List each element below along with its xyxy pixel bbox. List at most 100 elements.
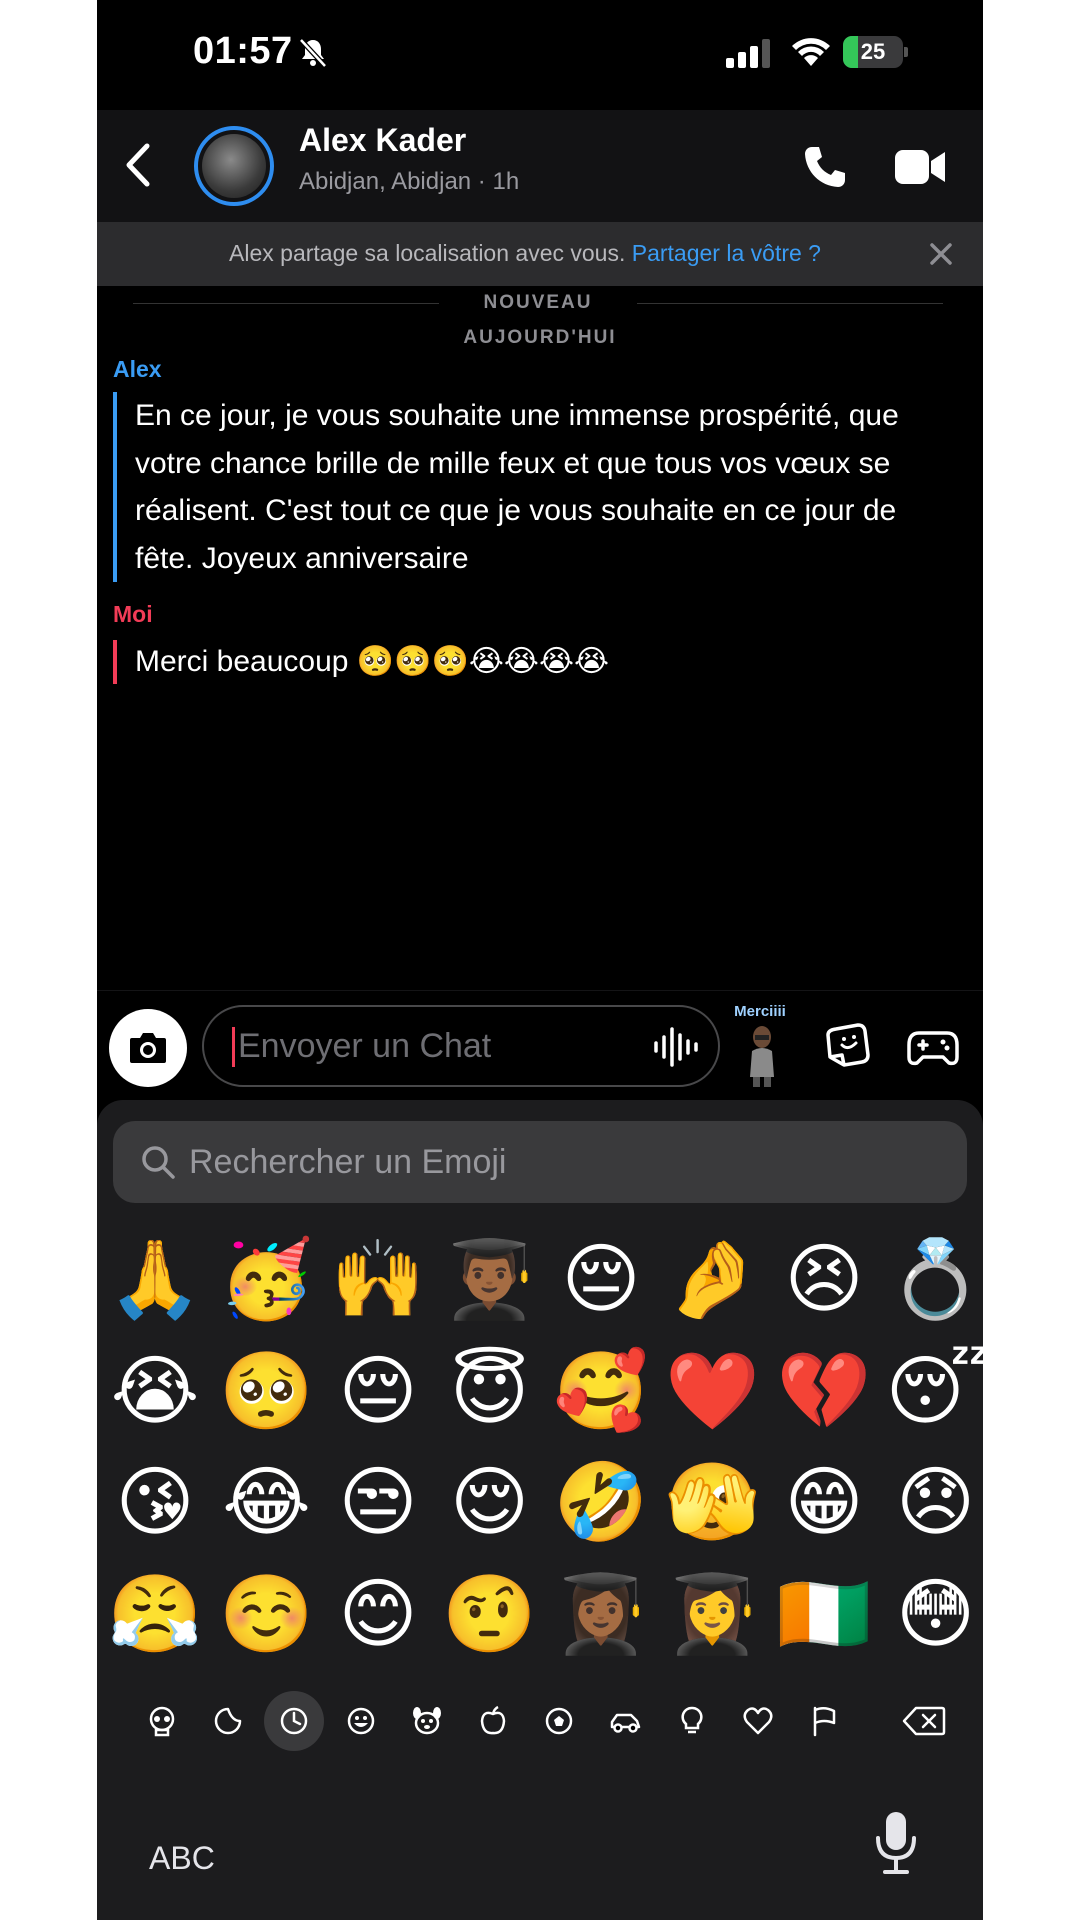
sticker-gallery-icon[interactable] <box>822 1021 872 1071</box>
emoji-key[interactable]: 🤌 <box>663 1230 763 1330</box>
emoji-key[interactable]: 🤨 <box>440 1565 540 1665</box>
wifi-icon <box>792 38 830 66</box>
battery-indicator: 25 <box>843 36 908 68</box>
voice-note-icon[interactable] <box>652 1025 702 1069</box>
search-icon <box>142 1146 175 1179</box>
emoji-key[interactable]: 💔 <box>774 1342 874 1442</box>
contact-name[interactable]: Alex Kader <box>299 122 466 159</box>
game-controller-icon[interactable] <box>907 1025 959 1069</box>
video-call-icon[interactable] <box>895 148 947 186</box>
emoji-key[interactable]: ☺️ <box>217 1565 317 1665</box>
category-tab-bulb[interactable] <box>662 1691 722 1751</box>
banner-text: Alex partage sa localisation avec vous. … <box>97 240 983 267</box>
bulb-icon <box>681 1706 703 1734</box>
emoji-category-bar <box>97 1691 983 1755</box>
emoji-key[interactable]: 👨🏾‍🎓 <box>440 1230 540 1330</box>
emoji-key[interactable]: 👩🏾‍🎓 <box>551 1565 651 1665</box>
close-icon[interactable] <box>927 240 955 268</box>
contact-subtitle: Abidjan, Abidjan · 1h <box>299 168 520 195</box>
food-icon <box>480 1705 506 1735</box>
new-messages-divider: NOUVEAU <box>133 290 943 320</box>
emoji-key[interactable]: 😊 <box>328 1565 428 1665</box>
banner-message: Alex partage sa localisation avec vous. <box>229 240 632 266</box>
skull-icon <box>149 1706 175 1737</box>
emoji-key[interactable]: 😤 <box>105 1565 205 1665</box>
bell-muted-icon <box>299 38 327 68</box>
camera-button[interactable] <box>109 1009 187 1087</box>
emoji-key[interactable]: 😁 <box>774 1453 874 1553</box>
battery-level-text: 25 <box>860 39 886 64</box>
flag-icon <box>813 1706 836 1737</box>
emoji-key[interactable]: 😣 <box>774 1230 874 1330</box>
category-tab-sticker[interactable] <box>198 1691 258 1751</box>
emoji-search-placeholder: Rechercher un Emoji <box>189 1143 507 1181</box>
category-tab-flag[interactable] <box>794 1691 854 1751</box>
emoji-key[interactable]: 😴 <box>886 1342 984 1442</box>
emoji-key[interactable]: 💍 <box>886 1230 984 1330</box>
emoji-key[interactable]: 😂 <box>217 1453 317 1553</box>
category-tab-skull[interactable] <box>132 1691 192 1751</box>
microphone-icon[interactable] <box>873 1810 919 1876</box>
category-tab-smiley[interactable] <box>331 1691 391 1751</box>
emoji-key[interactable]: 🫣 <box>663 1453 763 1553</box>
emoji-key[interactable]: 😔 <box>328 1342 428 1442</box>
emoji-key[interactable]: 😌 <box>440 1453 540 1553</box>
car-icon <box>611 1713 641 1733</box>
message-bubble-me[interactable]: Merci beaucoup 🥺🥺🥺😭😭😭😭 <box>113 640 943 684</box>
category-tab-ball[interactable] <box>529 1691 589 1751</box>
date-label: AUJOURD'HUI <box>463 327 617 348</box>
emoji-key[interactable]: 😔 <box>551 1230 651 1330</box>
share-location-link[interactable]: Partager la vôtre ? <box>632 240 821 266</box>
divider-line-right <box>637 303 943 304</box>
backspace-icon <box>902 1706 946 1736</box>
chat-header: Alex Kader Abidjan, Abidjan · 1h <box>97 110 983 222</box>
cellular-signal-icon <box>726 39 770 68</box>
status-bar: 01:57 25 <box>97 0 983 110</box>
sender-label-alex: Alex <box>113 356 162 382</box>
recent-icon <box>281 1707 308 1735</box>
bitmoji-button[interactable]: Merciiii <box>725 1003 795 1089</box>
emoji-key[interactable]: 🙏 <box>105 1230 205 1330</box>
chat-input-field[interactable]: Envoyer un Chat <box>202 1005 720 1087</box>
chat-input-row: Envoyer un Chat Merciiii <box>97 990 983 1090</box>
bitmoji-caption: Merciiii <box>734 1003 786 1020</box>
emoji-key[interactable]: 👩‍🎓 <box>663 1565 763 1665</box>
message-bubble-alex[interactable]: En ce jour, je vous souhaite une immense… <box>113 392 943 582</box>
bitmoji-avatar-icon <box>750 1026 774 1087</box>
category-tab-car[interactable] <box>595 1691 655 1751</box>
smiley-icon <box>347 1707 374 1735</box>
phone-screen: 01:57 25 Alex Kader Abidjan, Abidjan · 1… <box>97 0 983 1920</box>
contact-avatar[interactable] <box>194 126 274 206</box>
emoji-key[interactable]: 😇 <box>440 1342 540 1442</box>
emoji-key[interactable]: 🥳 <box>217 1230 317 1330</box>
emoji-key[interactable]: 😭 <box>105 1342 205 1442</box>
category-tab-food[interactable] <box>463 1691 523 1751</box>
emoji-grid: 🙏 🥳 🙌 👨🏾‍🎓 😔 🤌 😣 💍 😭 🥺 😔 😇 🥰 ❤️ 💔 😴 😘 😂 😒 😌 🤣 🫣 😁 😞 😤 ☺️ 😊 🤨 👩🏾‍🎓 👩‍🎓… <box>105 1230 983 1680</box>
text-caret <box>232 1027 235 1067</box>
category-tab-heart[interactable] <box>728 1691 788 1751</box>
sender-label-me: Moi <box>113 601 153 627</box>
emoji-key[interactable]: 😳 <box>886 1565 984 1665</box>
emoji-key[interactable]: 😘 <box>105 1453 205 1553</box>
chat-input-placeholder: Envoyer un Chat <box>238 1027 492 1065</box>
emoji-key[interactable]: 🥰 <box>551 1342 651 1442</box>
emoji-key[interactable]: 🙌 <box>328 1230 428 1330</box>
animal-icon <box>412 1707 441 1735</box>
phone-call-icon[interactable] <box>802 144 848 190</box>
emoji-key[interactable]: 🤣 <box>551 1453 651 1553</box>
abc-keyboard-button[interactable]: ABC <box>149 1840 215 1877</box>
back-arrow-icon[interactable] <box>119 140 159 190</box>
status-time: 01:57 <box>193 30 293 72</box>
sticker-icon <box>214 1707 242 1735</box>
emoji-key[interactable]: ❤️ <box>663 1342 763 1442</box>
delete-button[interactable] <box>894 1691 954 1751</box>
emoji-key[interactable]: 🥺 <box>217 1342 317 1442</box>
ball-icon <box>545 1707 573 1735</box>
category-tab-animal[interactable] <box>397 1691 457 1751</box>
battery-cap <box>904 47 908 57</box>
emoji-key[interactable]: 🇨🇮 <box>774 1565 874 1665</box>
emoji-key[interactable]: 😞 <box>886 1453 984 1553</box>
emoji-search-field[interactable]: Rechercher un Emoji <box>113 1121 967 1203</box>
category-tab-recent[interactable] <box>264 1691 325 1751</box>
emoji-key[interactable]: 😒 <box>328 1453 428 1553</box>
